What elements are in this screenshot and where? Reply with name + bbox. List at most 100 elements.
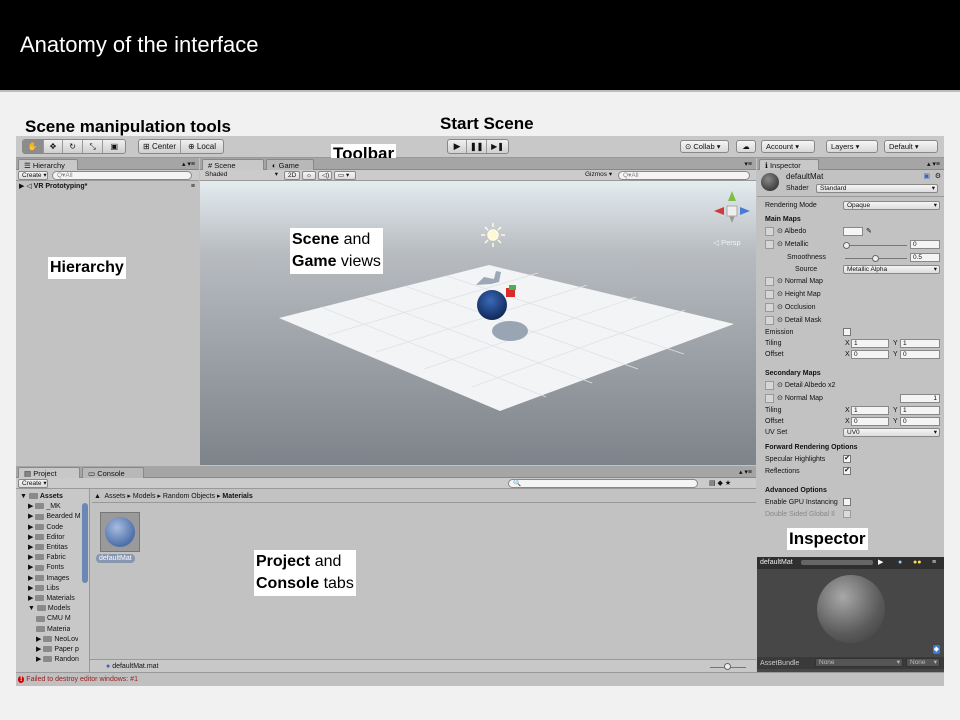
metallic-slider-knob[interactable]	[843, 242, 850, 249]
uv-set-dropdown[interactable]: UV0 ▾	[843, 428, 940, 437]
expand-arrow-icon[interactable]: ▶	[28, 544, 35, 551]
breadcrumb-item[interactable]: Models	[133, 493, 156, 500]
scene-root-item[interactable]: ▶ ◁ VR Prototyping*	[19, 182, 87, 191]
breadcrumb-item[interactable]: Assets	[104, 493, 125, 500]
tab-hierarchy[interactable]: ☰ Hierarchy	[18, 159, 78, 170]
offset-y-field[interactable]: 0	[900, 350, 940, 359]
asset-bundle-dropdown[interactable]: None ▾	[815, 658, 903, 667]
project-menu-icon[interactable]: ▴ ▾≡	[739, 468, 752, 477]
shader-dropdown[interactable]: Standard ▾	[816, 184, 938, 193]
expand-arrow-icon[interactable]: ▶	[36, 656, 43, 663]
expand-arrow-icon[interactable]: ▶	[36, 636, 43, 643]
folder-tree-item[interactable]: Materia	[36, 625, 70, 635]
tiling-x-field[interactable]: 1	[851, 339, 889, 348]
preview-menu-icon[interactable]: ≡	[932, 558, 936, 567]
pause-icon[interactable]: ❚❚	[467, 140, 488, 153]
thumbnail-size-knob[interactable]	[724, 663, 731, 670]
folder-tree-item[interactable]: ▶ Images	[28, 574, 69, 584]
layers-dropdown[interactable]: Layers ▾	[826, 140, 878, 153]
breadcrumb-scroll-icon[interactable]: ▲	[94, 493, 101, 500]
settings-gear-icon[interactable]: ⚙	[935, 172, 941, 181]
breadcrumb-item[interactable]: Materials	[222, 493, 252, 500]
mode-2d-button[interactable]: 2D	[284, 171, 300, 180]
cloud-button[interactable]: ☁	[736, 140, 756, 153]
detail-albedo-slot[interactable]	[765, 381, 774, 390]
source-dropdown[interactable]: Metallic Alpha ▾	[843, 265, 940, 274]
tiling-y-field[interactable]: 1	[900, 339, 940, 348]
reflections-checkbox[interactable]: ✔	[843, 467, 851, 475]
shading-dropdown[interactable]: Shaded ▾	[202, 171, 280, 180]
height-map-slot[interactable]	[765, 290, 774, 299]
normal-map-slot[interactable]	[765, 277, 774, 286]
preview-sphere-icon[interactable]: ●	[898, 558, 902, 567]
folder-tree-item[interactable]: ▶ Libs	[28, 584, 59, 594]
expand-arrow-icon[interactable]: ▼	[20, 493, 29, 500]
folder-tree-item[interactable]: ▶ Materials	[28, 594, 75, 604]
expand-arrow-icon[interactable]: ▶	[28, 524, 35, 531]
audio-icon[interactable]: ◁)	[318, 171, 332, 180]
project-create-dropdown[interactable]: Create ▾	[18, 479, 48, 488]
scene-viewport[interactable]: ◁ Persp	[200, 181, 756, 465]
status-message[interactable]: ! Failed to destroy editor windows: #1	[18, 675, 138, 684]
scene-options-icon[interactable]: ≡	[191, 182, 195, 191]
hierarchy-create-dropdown[interactable]: Create ▾	[18, 171, 48, 180]
folder-tree-item[interactable]: ▶ Randon	[36, 655, 79, 665]
rendering-mode-dropdown[interactable]: Opaque ▾	[843, 201, 940, 210]
folder-tree-item[interactable]: ▶ NeoLov	[36, 635, 78, 645]
expand-arrow-icon[interactable]: ▶	[28, 513, 35, 520]
step-icon[interactable]: ▶❚	[487, 140, 508, 153]
folder-tree-item[interactable]: ▼ Models	[28, 604, 70, 614]
rect-tool-icon[interactable]: ▣	[103, 140, 125, 153]
effects-icon[interactable]: ▭ ▾	[334, 171, 356, 180]
scale-tool-icon[interactable]: ⤡	[83, 140, 104, 153]
expand-arrow-icon[interactable]: ▶	[28, 503, 35, 510]
folder-tree-item[interactable]: ▶ Entitas	[28, 543, 68, 553]
albedo-slot[interactable]	[765, 227, 774, 236]
expand-arrow-icon[interactable]: ▶	[28, 575, 35, 582]
tab-inspector[interactable]: ℹ Inspector	[759, 159, 819, 170]
layout-dropdown[interactable]: Default ▾	[884, 140, 938, 153]
preview-light-icon[interactable]: ●●	[913, 558, 921, 567]
tab-game[interactable]: ◐ Game	[266, 159, 314, 170]
pivot-local-button[interactable]: ⊕ Local	[181, 140, 223, 153]
eyedropper-icon[interactable]: ✎	[866, 227, 872, 236]
folder-tree-item[interactable]: ▶ Fabric	[28, 553, 66, 563]
folder-tree-item[interactable]: ▶ Bearded M	[28, 512, 81, 522]
tree-scrollbar[interactable]	[82, 503, 88, 583]
tab-scene[interactable]: # Scene	[202, 159, 264, 170]
sec-tiling-x-field[interactable]: 1	[851, 406, 889, 415]
smoothness-slider-knob[interactable]	[872, 255, 879, 262]
tab-console[interactable]: ▭ Console	[82, 467, 144, 478]
albedo-color-swatch[interactable]	[843, 227, 863, 236]
help-icon[interactable]: ▣	[923, 172, 930, 181]
breadcrumb-item[interactable]: Random Objects	[163, 493, 215, 500]
gpu-instancing-checkbox[interactable]	[843, 498, 851, 506]
panel-menu-icon[interactable]: ▴ ▾≡	[182, 160, 195, 169]
folder-tree-item[interactable]: CMU M	[36, 614, 71, 624]
persp-label[interactable]: ◁ Persp	[713, 238, 740, 247]
sec-offset-y-field[interactable]: 0	[900, 417, 940, 426]
sec-offset-x-field[interactable]: 0	[851, 417, 889, 426]
specular-highlights-checkbox[interactable]: ✔	[843, 455, 851, 463]
expand-arrow-icon[interactable]: ▼	[28, 605, 37, 612]
tab-project[interactable]: ▤ Project	[18, 467, 80, 478]
expand-arrow-icon[interactable]: ▶	[28, 534, 35, 541]
preview-scrollbar[interactable]	[801, 560, 873, 565]
expand-arrow-icon[interactable]: ▶	[28, 554, 35, 561]
preview-play-icon[interactable]: ▶	[878, 558, 883, 567]
play-icon[interactable]: ▶	[448, 140, 468, 153]
smoothness-value-field[interactable]: 0.5	[910, 253, 940, 262]
metallic-slider-track[interactable]	[845, 245, 907, 246]
hand-tool-icon[interactable]: ✋	[23, 140, 44, 153]
detail-mask-slot[interactable]	[765, 316, 774, 325]
folder-tree-item[interactable]: ▶ Fonts	[28, 563, 64, 573]
expand-arrow-icon[interactable]: ▶	[36, 646, 43, 653]
move-tool-icon[interactable]: ✥	[44, 140, 64, 153]
sec-normal-map-slot[interactable]	[765, 394, 774, 403]
sec-normal-value-field[interactable]: 1	[900, 394, 940, 403]
folder-tree-item[interactable]: ▶ Code	[28, 523, 63, 533]
pivot-center-button[interactable]: ⊞ Center	[139, 140, 182, 153]
offset-x-field[interactable]: 0	[851, 350, 889, 359]
gizmos-dropdown[interactable]: Gizmos ▾	[582, 171, 614, 180]
folder-tree-item[interactable]: ▶ Editor	[28, 533, 65, 543]
